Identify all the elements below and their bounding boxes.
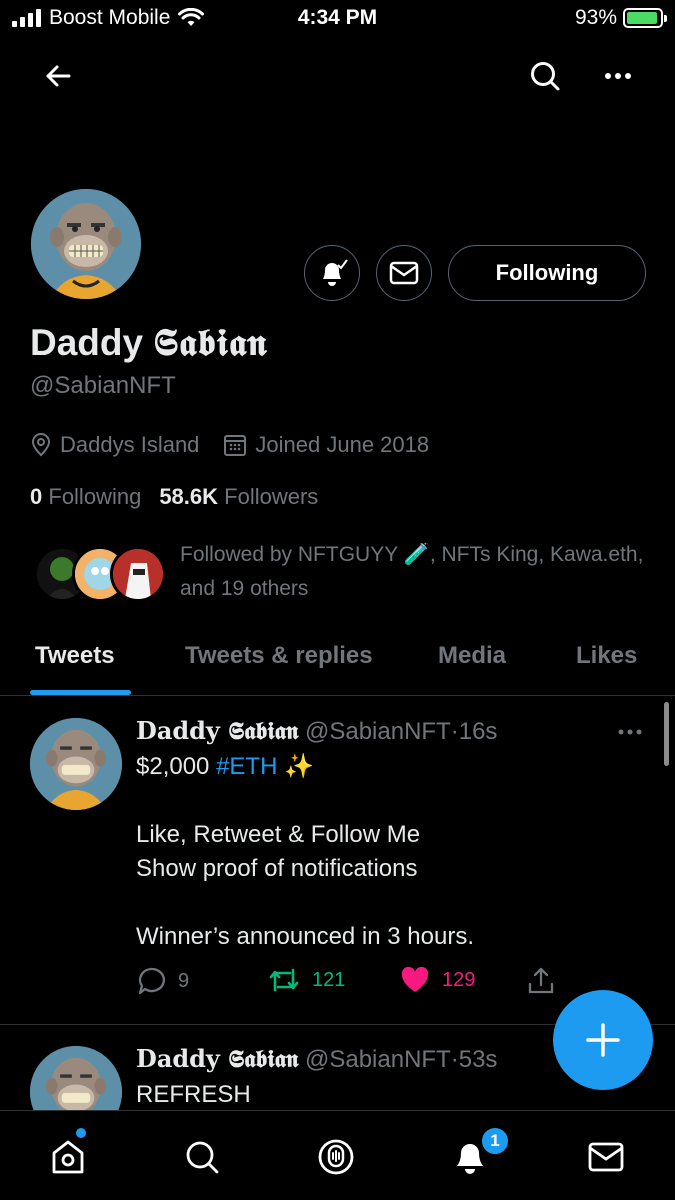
home-icon bbox=[52, 1140, 84, 1174]
battery-icon bbox=[623, 8, 667, 28]
profile-tabs: Tweets Tweets & replies Media Likes bbox=[0, 620, 675, 696]
search-button[interactable] bbox=[524, 55, 566, 97]
tweet-line-4: Winner’s announced in 3 hours. bbox=[136, 923, 474, 950]
ape-avatar-image bbox=[31, 189, 141, 299]
notifications-subscribe-button[interactable] bbox=[304, 245, 360, 301]
followed-by-avatars[interactable] bbox=[30, 538, 170, 602]
follow-counts: 0 Following 58.6K Followers bbox=[30, 484, 318, 510]
envelope-icon bbox=[588, 1142, 624, 1172]
following-count-link[interactable]: 0 Following bbox=[30, 484, 141, 510]
spaces-icon bbox=[318, 1139, 354, 1175]
tweet-actions: 9 121 129 bbox=[136, 966, 576, 1002]
bell-check-icon bbox=[323, 259, 348, 286]
tweet-separator: · bbox=[450, 718, 459, 745]
tweet-line-1: $2,000 #ETH ✨ bbox=[136, 750, 474, 784]
bottom-nav bbox=[0, 1110, 675, 1200]
reply-icon bbox=[138, 967, 165, 995]
share-button[interactable] bbox=[526, 966, 556, 996]
compose-tweet-button[interactable] bbox=[553, 990, 653, 1090]
followers-label: Followers bbox=[224, 484, 319, 509]
tweet-time[interactable]: 53s bbox=[459, 1046, 498, 1073]
message-button[interactable] bbox=[376, 245, 432, 301]
more-button[interactable] bbox=[598, 56, 638, 96]
joined-text: Joined June 2018 bbox=[255, 432, 430, 457]
display-name: Daddy 𝕾𝖆𝖇𝖎𝖆𝖓 bbox=[30, 320, 267, 365]
back-button[interactable] bbox=[38, 56, 78, 96]
tab-likes[interactable]: Likes bbox=[576, 642, 637, 670]
active-tab-indicator bbox=[30, 690, 131, 695]
tweet-author-handle[interactable]: @SabianNFT bbox=[305, 1046, 451, 1073]
arrow-left-icon bbox=[46, 65, 71, 87]
tweet-text: REFRESH bbox=[136, 1081, 251, 1108]
more-icon bbox=[605, 73, 631, 79]
location-item: Daddys Island bbox=[30, 432, 199, 458]
status-bar: Boost Mobile 4:34 PM 93% bbox=[0, 0, 675, 40]
home-unread-dot bbox=[76, 1128, 86, 1138]
search-icon bbox=[186, 1141, 219, 1174]
share-icon bbox=[528, 967, 554, 994]
joined-item: Joined June 2018 bbox=[223, 432, 429, 458]
scrollbar[interactable] bbox=[664, 702, 669, 766]
followed-by-text[interactable]: Followed by NFTGUYY 🧪, NFTs King, Kawa.e… bbox=[180, 538, 650, 606]
tweet-header: Daddy 𝕾𝖆𝖇𝖎𝖆𝖓 @SabianNFT·16s bbox=[136, 716, 497, 746]
tweet-time[interactable]: 16s bbox=[459, 718, 498, 745]
profile-meta: Daddys Island Joined June 2018 bbox=[30, 432, 429, 458]
calendar-icon bbox=[224, 435, 247, 456]
followers-count: 58.6K bbox=[159, 484, 219, 509]
search-icon bbox=[531, 62, 560, 91]
tweet-line-2: Like, Retweet & Follow Me bbox=[136, 821, 421, 848]
tweet-author-name[interactable]: Daddy 𝕾𝖆𝖇𝖎𝖆𝖓 bbox=[136, 1044, 298, 1073]
profile-handle: @SabianNFT bbox=[30, 372, 176, 399]
tweet-line-3: Show proof of notifications bbox=[136, 855, 418, 882]
tweet-author-name[interactable]: Daddy 𝕾𝖆𝖇𝖎𝖆𝖓 bbox=[136, 716, 298, 745]
more-icon bbox=[618, 729, 642, 735]
tweet-author-handle[interactable]: @SabianNFT bbox=[305, 718, 451, 745]
sparkles-emoji: ✨ bbox=[277, 753, 314, 780]
following-count: 0 bbox=[30, 484, 43, 509]
retweet-icon bbox=[269, 968, 299, 992]
location-text: Daddys Island bbox=[60, 432, 200, 457]
heart-icon bbox=[401, 966, 429, 992]
nav-search[interactable] bbox=[180, 1135, 224, 1179]
plus-icon bbox=[586, 1023, 620, 1057]
battery-percent: 93% bbox=[574, 6, 617, 29]
follower-avatar-3 bbox=[110, 546, 166, 602]
nav-spaces[interactable] bbox=[314, 1135, 358, 1179]
display-name-plain: Daddy bbox=[30, 322, 154, 363]
reply-count: 9 bbox=[178, 969, 190, 992]
envelope-icon bbox=[389, 261, 419, 285]
retweet-count: 121 bbox=[312, 968, 346, 991]
reply-button[interactable]: 9 bbox=[136, 966, 189, 996]
display-name-styled: 𝕾𝖆𝖇𝖎𝖆𝖓 bbox=[153, 320, 268, 364]
retweet-button[interactable]: 121 bbox=[268, 966, 345, 994]
tab-media[interactable]: Media bbox=[438, 642, 506, 670]
like-button[interactable]: 129 bbox=[400, 966, 475, 994]
ape-avatar-image bbox=[30, 718, 122, 810]
tab-tweets[interactable]: Tweets bbox=[35, 642, 115, 670]
following-label: Following bbox=[48, 484, 142, 509]
tab-tweets-replies[interactable]: Tweets & replies bbox=[185, 642, 373, 670]
nav-home[interactable] bbox=[46, 1135, 90, 1179]
status-right: 93% bbox=[574, 6, 667, 30]
tweet-separator: · bbox=[450, 1046, 459, 1073]
nav-messages[interactable] bbox=[584, 1135, 628, 1179]
following-button[interactable]: Following bbox=[448, 245, 646, 301]
followers-count-link[interactable]: 58.6K Followers bbox=[159, 484, 318, 510]
profile-avatar[interactable] bbox=[28, 186, 144, 302]
tweet-amount: $2,000 bbox=[136, 753, 217, 780]
like-count: 129 bbox=[442, 968, 476, 991]
hashtag-link[interactable]: #ETH bbox=[216, 753, 277, 780]
clock: 4:34 PM bbox=[297, 6, 378, 29]
tweet-avatar[interactable] bbox=[30, 718, 122, 810]
notifications-badge: 1 bbox=[480, 1126, 510, 1156]
tweet-text: $2,000 #ETH ✨ Like, Retweet & Follow Me … bbox=[136, 750, 474, 954]
tweet-header: Daddy 𝕾𝖆𝖇𝖎𝖆𝖓 @SabianNFT·53s bbox=[136, 1044, 497, 1074]
location-pin-icon bbox=[31, 433, 51, 457]
tweet-more-button[interactable] bbox=[612, 720, 648, 744]
